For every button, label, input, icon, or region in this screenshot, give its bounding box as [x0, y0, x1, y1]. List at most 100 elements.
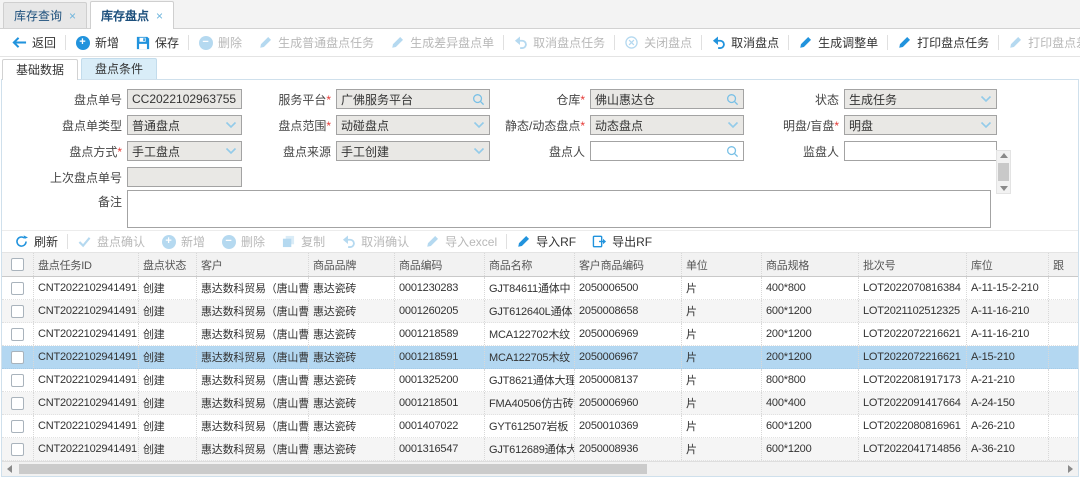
chevron-down-icon[interactable] — [225, 121, 237, 129]
chevron-down-icon[interactable] — [980, 121, 992, 129]
scrollbar-thumb[interactable] — [19, 464, 647, 474]
table-row[interactable]: CNT2022102941491创建惠达数科贸易（唐山曹妃惠达瓷砖0001230… — [2, 277, 1078, 300]
warehouse-field[interactable]: 佛山惠达仓 — [590, 89, 744, 109]
generate-adjustment-button[interactable]: 生成调整单 — [790, 31, 886, 55]
print-count-diff-button[interactable]: 打印盘点差异单 — [1000, 31, 1080, 55]
tab-count-conditions[interactable]: 盘点条件 — [81, 58, 157, 79]
remark-field[interactable] — [127, 190, 991, 228]
table-row[interactable]: CNT2022102941491创建惠达数科贸易（唐山曹妃惠达瓷砖0001218… — [2, 346, 1078, 369]
column-header-unit[interactable]: 单位 — [682, 253, 762, 276]
count-method-field[interactable]: 手工盘点 — [127, 141, 242, 161]
table-row[interactable]: CNT2022102941491创建惠达数科贸易（唐山曹妃惠达瓷砖0001325… — [2, 369, 1078, 392]
count-sheet-type-field[interactable]: 普通盘点 — [127, 115, 242, 135]
row-checkbox[interactable] — [11, 420, 24, 433]
column-header-customer_product_code[interactable]: 客户商品编码 — [575, 253, 682, 276]
row-checkbox[interactable] — [11, 328, 24, 341]
import-rf-button[interactable]: 导入RF — [508, 230, 584, 254]
table-row[interactable]: CNT2022102941491创建惠达数科贸易（唐山曹妃惠达瓷砖0001316… — [2, 438, 1078, 461]
column-header-brand[interactable]: 商品品牌 — [309, 253, 395, 276]
scroll-down-icon[interactable] — [1000, 186, 1008, 191]
table-row[interactable]: CNT2022102941491创建惠达数科贸易（唐山曹妃惠达瓷砖0001260… — [2, 300, 1078, 323]
horizontal-scrollbar[interactable] — [2, 461, 1078, 476]
refresh-button[interactable]: 刷新 — [6, 230, 66, 254]
column-header-location[interactable]: 库位 — [967, 253, 1049, 276]
cell-lot_no: LOT2022080816961 — [859, 415, 967, 437]
column-header-tracking[interactable]: 跟 — [1049, 253, 1078, 276]
cell-unit: 片 — [682, 300, 762, 322]
service-platform-field[interactable]: 广佛服务平台 — [336, 89, 490, 109]
cell-customer: 惠达数科贸易（唐山曹妃 — [197, 346, 309, 368]
back-button[interactable]: 返回 — [4, 31, 64, 55]
scroll-up-icon[interactable] — [1000, 153, 1008, 158]
chevron-down-icon[interactable] — [980, 95, 992, 103]
generate-diff-count-sheet-button[interactable]: 生成差异盘点单 — [382, 31, 502, 55]
last-count-sheet-no-field[interactable] — [127, 167, 242, 187]
cancel-count-button[interactable]: 取消盘点 — [703, 31, 787, 55]
search-icon[interactable] — [472, 93, 485, 106]
table-row[interactable]: CNT2022102941491创建惠达数科贸易（唐山曹妃惠达瓷砖0001407… — [2, 415, 1078, 438]
import-excel-button[interactable]: 导入excel — [417, 230, 505, 254]
count-confirm-button[interactable]: 盘点确认 — [69, 230, 153, 254]
row-checkbox[interactable] — [11, 374, 24, 387]
close-count-button[interactable]: 关闭盘点 — [616, 31, 700, 55]
scroll-right-icon[interactable] — [1063, 462, 1078, 476]
save-button[interactable]: 保存 — [127, 31, 187, 55]
table-row[interactable]: CNT2022102941491创建惠达数科贸易（唐山曹妃惠达瓷砖0001218… — [2, 323, 1078, 346]
tab-inventory-count[interactable]: 库存盘点 × — [90, 1, 174, 29]
column-header-customer[interactable]: 客户 — [197, 253, 309, 276]
column-header-spec[interactable]: 商品规格 — [762, 253, 859, 276]
search-icon[interactable] — [726, 93, 739, 106]
chevron-down-icon[interactable] — [473, 121, 485, 129]
column-header-task_id[interactable]: 盘点任务ID — [34, 253, 139, 276]
print-count-task-button[interactable]: 打印盘点任务 — [889, 31, 997, 55]
static-dynamic-count-field[interactable]: 动态盘点 — [590, 115, 744, 135]
close-icon[interactable]: × — [69, 9, 76, 23]
copy-button[interactable]: 复制 — [273, 230, 333, 254]
export-rf-button[interactable]: 导出RF — [584, 230, 660, 254]
chevron-down-icon[interactable] — [473, 147, 485, 155]
search-icon[interactable] — [726, 145, 739, 158]
remark-scrollbar[interactable] — [996, 150, 1011, 194]
chevron-down-icon[interactable] — [727, 121, 739, 129]
row-checkbox[interactable] — [11, 305, 24, 318]
count-sheet-no-field[interactable]: CC2022102963755 — [127, 89, 242, 109]
count-scope-field[interactable]: 动碰盘点 — [336, 115, 490, 135]
grid-add-button[interactable]: +新增 — [153, 230, 213, 254]
column-header-product_name[interactable]: 商品名称 — [485, 253, 575, 276]
remove-circle-icon: − — [198, 35, 213, 50]
toolbar-separator — [503, 35, 504, 50]
cancel-confirm-button[interactable]: 取消确认 — [333, 230, 417, 254]
generate-normal-count-task-button[interactable]: 生成普通盘点任务 — [250, 31, 382, 55]
open-blind-count-field[interactable]: 明盘 — [844, 115, 997, 135]
tab-basic-data[interactable]: 基础数据 — [2, 59, 78, 80]
column-header-count_status[interactable]: 盘点状态 — [139, 253, 197, 276]
cell-product_code: 0001325200 — [395, 369, 485, 391]
chevron-down-icon[interactable] — [225, 147, 237, 155]
select-all-header[interactable] — [2, 253, 34, 276]
add-button[interactable]: +新增 — [67, 31, 127, 55]
count-confirm-button-label: 盘点确认 — [97, 233, 145, 250]
row-checkbox[interactable] — [11, 443, 24, 456]
row-checkbox[interactable] — [11, 282, 24, 295]
select-all-checkbox[interactable] — [11, 258, 24, 271]
column-header-lot_no[interactable]: 批次号 — [859, 253, 967, 276]
counter-field[interactable] — [590, 141, 744, 161]
supervisor-field[interactable] — [844, 141, 997, 161]
row-checkbox[interactable] — [11, 397, 24, 410]
cell-spec: 400*400 — [762, 392, 859, 414]
column-header-product_code[interactable]: 商品编码 — [395, 253, 485, 276]
scroll-left-icon[interactable] — [2, 462, 17, 476]
status-field[interactable]: 生成任务 — [844, 89, 997, 109]
count-task-table: 盘点任务ID盘点状态客户商品品牌商品编码商品名称客户商品编码单位商品规格批次号库… — [2, 253, 1078, 461]
close-icon[interactable]: × — [156, 9, 163, 23]
grid-delete-button[interactable]: −删除 — [213, 230, 273, 254]
count-source-field[interactable]: 手工创建 — [336, 141, 490, 161]
row-checkbox[interactable] — [11, 351, 24, 364]
cell-unit: 片 — [682, 438, 762, 460]
tab-inventory-query[interactable]: 库存查询 × — [3, 2, 87, 28]
toolbar-separator — [701, 35, 702, 50]
scrollbar-thumb[interactable] — [998, 163, 1009, 181]
delete-button[interactable]: −删除 — [190, 31, 250, 55]
cancel-count-task-button[interactable]: 取消盘点任务 — [505, 31, 613, 55]
table-row[interactable]: CNT2022102941491创建惠达数科贸易（唐山曹妃惠达瓷砖0001218… — [2, 392, 1078, 415]
